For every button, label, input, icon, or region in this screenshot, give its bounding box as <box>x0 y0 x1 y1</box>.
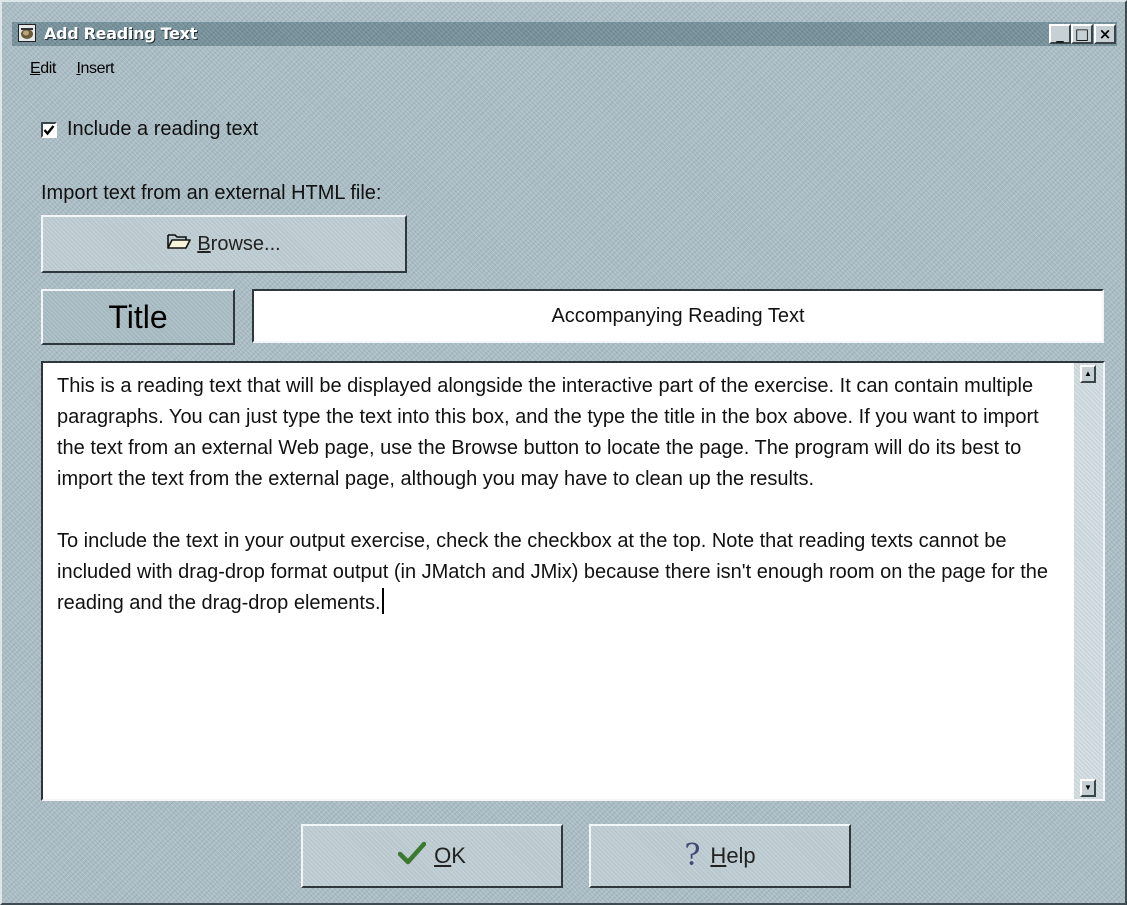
ok-label: K <box>451 843 466 868</box>
folder-open-icon <box>167 232 192 256</box>
close-button[interactable]: × <box>1094 24 1116 44</box>
ok-button[interactable]: OK <box>301 824 563 888</box>
help-button[interactable]: ? Help <box>589 824 851 888</box>
checkmark-icon <box>43 124 55 135</box>
reading-text-content[interactable]: This is a reading text that will be disp… <box>57 371 1067 650</box>
reading-paragraph-2-text: To include the text in your output exerc… <box>57 530 1049 614</box>
maximize-button[interactable]: □ <box>1071 24 1093 44</box>
vertical-scrollbar[interactable]: ▲ ▼ <box>1074 363 1103 799</box>
help-mnemonic: H <box>710 843 727 868</box>
checkmark-icon <box>397 841 427 871</box>
text-caret <box>381 588 384 614</box>
question-mark-icon: ? <box>684 838 701 873</box>
app-icon[interactable] <box>18 24 36 42</box>
browse-mnemonic: B <box>197 232 211 255</box>
menu-edit[interactable]: Edit <box>30 60 56 78</box>
arrow-down-icon: ▼ <box>1084 783 1092 792</box>
title-input[interactable] <box>252 289 1104 343</box>
import-label: Import text from an external HTML file: <box>41 182 382 204</box>
menu-bar: Edit Insert <box>30 60 130 78</box>
browse-label: rowse... <box>210 232 281 255</box>
reading-paragraph-1: This is a reading text that will be disp… <box>57 375 1039 490</box>
ok-mnemonic: O <box>434 843 452 868</box>
title-bar[interactable]: Add Reading Text _ □ × <box>12 22 1117 46</box>
add-reading-text-dialog: Add Reading Text _ □ × Edit Insert Inclu… <box>0 0 1127 905</box>
window-title: Add Reading Text <box>44 24 197 43</box>
menu-edit-mnemonic: E <box>30 60 41 77</box>
browse-button[interactable]: Browse... <box>41 215 407 273</box>
scroll-down-button[interactable]: ▼ <box>1080 779 1096 797</box>
menu-insert[interactable]: Insert <box>76 60 114 78</box>
menu-insert-label: nsert <box>80 60 115 77</box>
menu-edit-label: dit <box>40 60 56 77</box>
scroll-up-button[interactable]: ▲ <box>1080 365 1096 383</box>
title-label: Title <box>41 289 235 345</box>
minimize-button[interactable]: _ <box>1049 24 1071 44</box>
include-reading-text-checkbox-row[interactable]: Include a reading text <box>41 118 258 141</box>
reading-paragraph-2: To include the text in your output exerc… <box>57 526 1067 619</box>
include-reading-text-checkbox[interactable] <box>41 121 57 138</box>
reading-text-area[interactable]: This is a reading text that will be disp… <box>41 361 1105 801</box>
help-label: elp <box>726 843 756 868</box>
arrow-up-icon: ▲ <box>1084 369 1092 378</box>
include-reading-text-label: Include a reading text <box>67 118 259 140</box>
